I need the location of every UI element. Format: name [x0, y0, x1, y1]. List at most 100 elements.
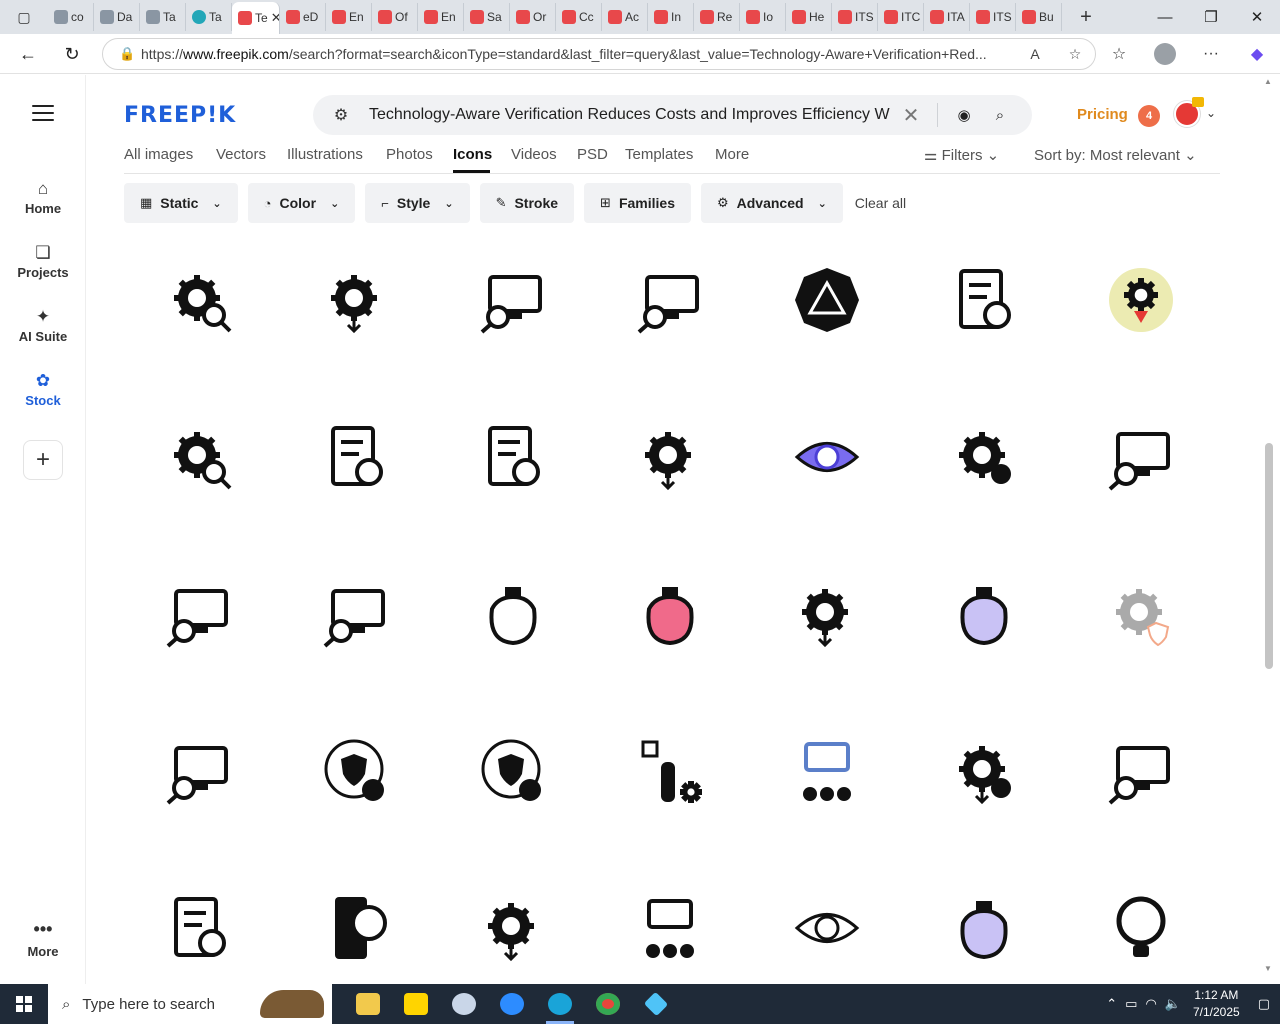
icon-result-card[interactable] — [281, 397, 431, 517]
more-options-icon[interactable]: ··· — [1188, 45, 1234, 63]
url-text[interactable]: https://www.freepik.com/search?format=se… — [141, 46, 1015, 62]
icon-result-card[interactable] — [909, 554, 1059, 674]
profile-avatar[interactable] — [1154, 43, 1176, 65]
back-button[interactable]: ← — [8, 34, 48, 74]
tab-illustrations[interactable]: Illustrations — [287, 146, 363, 163]
icon-result-card[interactable] — [909, 868, 1059, 988]
notifications-icon[interactable]: ▢ — [1254, 996, 1280, 1012]
search-input[interactable]: Technology-Aware Verification Reduces Co… — [369, 106, 893, 124]
icon-result-card[interactable] — [124, 240, 274, 360]
sidebar-item-ai-suite[interactable]: ✦ AI Suite — [0, 305, 86, 344]
reload-button[interactable]: ↻ — [52, 34, 92, 74]
browser-tab[interactable]: En — [326, 3, 372, 31]
paint-icon[interactable] — [440, 984, 488, 1024]
icon-result-card[interactable] — [1066, 554, 1216, 674]
browser-tab[interactable]: Re — [694, 3, 740, 31]
zoom-icon[interactable] — [488, 984, 536, 1024]
browser-tab[interactable]: En — [418, 3, 464, 31]
tab-photos[interactable]: Photos — [386, 146, 433, 163]
sidebar-item-home[interactable]: ⌂ Home — [0, 177, 86, 216]
icon-result-card[interactable] — [281, 240, 431, 360]
read-aloud-icon[interactable]: A — [1015, 46, 1055, 62]
icon-result-card[interactable] — [124, 397, 274, 517]
edge-icon[interactable] — [536, 984, 584, 1024]
sidebar-item-projects[interactable]: ❏ Projects — [0, 241, 86, 280]
icon-result-card[interactable] — [124, 868, 274, 988]
app-diamond-icon[interactable] — [632, 984, 680, 1024]
style-filter-button[interactable]: ⌐ Style ⌄ — [365, 183, 470, 223]
tab-templates[interactable]: Templates — [625, 146, 693, 163]
browser-tab[interactable]: co — [48, 3, 94, 31]
pricing-link[interactable]: Pricing — [1077, 106, 1128, 123]
tab-all-images[interactable]: All images — [124, 146, 193, 163]
browser-tab[interactable]: Ta — [186, 3, 232, 31]
icon-result-card[interactable] — [1066, 240, 1216, 360]
browser-tab[interactable]: eD — [280, 3, 326, 31]
user-avatar[interactable] — [1174, 97, 1204, 127]
icon-result-card[interactable] — [909, 711, 1059, 831]
icon-result-card[interactable] — [909, 240, 1059, 360]
tab-more[interactable]: More — [715, 146, 749, 163]
filters-toggle[interactable]: ⚌ Filters ⌄ — [924, 146, 999, 164]
browser-tab[interactable]: Ta — [140, 3, 186, 31]
url-bar[interactable]: 🔒 https://www.freepik.com/search?format=… — [102, 38, 1096, 70]
close-window-button[interactable]: ✕ — [1234, 0, 1280, 34]
new-tab-button[interactable]: + — [1068, 6, 1104, 29]
icon-result-card[interactable] — [438, 711, 588, 831]
icon-result-card[interactable] — [281, 711, 431, 831]
restore-button[interactable]: ❐ — [1188, 0, 1234, 34]
icon-result-card[interactable] — [595, 554, 745, 674]
sidebar-more[interactable]: ••• More — [0, 920, 86, 959]
tab-psd[interactable]: PSD — [577, 146, 608, 163]
icon-result-card[interactable] — [595, 711, 745, 831]
browser-tab[interactable]: Da — [94, 3, 140, 31]
browser-tab[interactable]: Te✕ — [232, 2, 280, 34]
browser-tab[interactable]: ITA — [924, 3, 970, 31]
browser-tab[interactable]: Of — [372, 3, 418, 31]
browser-tab[interactable]: ITS — [832, 3, 878, 31]
hamburger-menu-icon[interactable] — [32, 105, 54, 126]
notification-badge[interactable]: 4 — [1138, 105, 1160, 127]
clear-all-button[interactable]: Clear all — [853, 195, 906, 211]
camera-search-icon[interactable]: ◉ — [946, 106, 982, 124]
icon-result-card[interactable] — [752, 397, 902, 517]
page-scrollbar[interactable]: ▲ ▼ — [1262, 75, 1276, 975]
scrollbar-thumb[interactable] — [1265, 443, 1273, 669]
search-filter-icon[interactable]: ⚙ — [313, 105, 369, 125]
tab-actions-menu-button[interactable]: ▢ — [0, 0, 48, 34]
tab-icons[interactable]: Icons — [453, 146, 492, 163]
advanced-filter-button[interactable]: ⚙ Advanced ⌄ — [700, 183, 843, 223]
icon-result-card[interactable] — [752, 711, 902, 831]
sticky-notes-icon[interactable] — [392, 984, 440, 1024]
clear-search-icon[interactable]: ✕ — [893, 103, 929, 128]
network-icon[interactable]: ▭ — [1121, 996, 1141, 1012]
copilot-icon[interactable]: ◆ — [1234, 44, 1280, 64]
icon-result-card[interactable] — [281, 554, 431, 674]
families-filter-button[interactable]: ⊞ Families — [584, 183, 691, 223]
lock-icon[interactable]: 🔒 — [119, 46, 141, 62]
stroke-filter-button[interactable]: ✎ Stroke — [479, 183, 575, 223]
browser-tab[interactable]: ITS — [970, 3, 1016, 31]
static-filter-button[interactable]: ▦ Static ⌄ — [124, 183, 238, 223]
browser-tab[interactable]: In — [648, 3, 694, 31]
browser-tab[interactable]: Or — [510, 3, 556, 31]
minimize-button[interactable]: — — [1142, 0, 1188, 34]
sidebar-item-stock[interactable]: ✿ Stock — [0, 369, 86, 408]
icon-result-card[interactable] — [1066, 711, 1216, 831]
clock[interactable]: 1:12 AM 7/1/2025 — [1185, 987, 1254, 1021]
icon-result-card[interactable] — [595, 397, 745, 517]
icon-result-card[interactable] — [909, 397, 1059, 517]
start-button[interactable] — [0, 984, 48, 1024]
file-explorer-icon[interactable] — [344, 984, 392, 1024]
icon-result-card[interactable] — [438, 397, 588, 517]
browser-tab[interactable]: Sa — [464, 3, 510, 31]
tray-chevron-icon[interactable]: ⌃ — [1102, 996, 1121, 1012]
icon-result-card[interactable] — [752, 554, 902, 674]
icon-result-card[interactable] — [1066, 868, 1216, 988]
browser-tab[interactable]: Bu — [1016, 3, 1062, 31]
color-filter-button[interactable]: ◔ Color ⌄ — [247, 183, 356, 223]
tab-vectors[interactable]: Vectors — [216, 146, 266, 163]
browser-tab[interactable]: He — [786, 3, 832, 31]
icon-result-card[interactable] — [438, 868, 588, 988]
browser-tab[interactable]: Ac — [602, 3, 648, 31]
